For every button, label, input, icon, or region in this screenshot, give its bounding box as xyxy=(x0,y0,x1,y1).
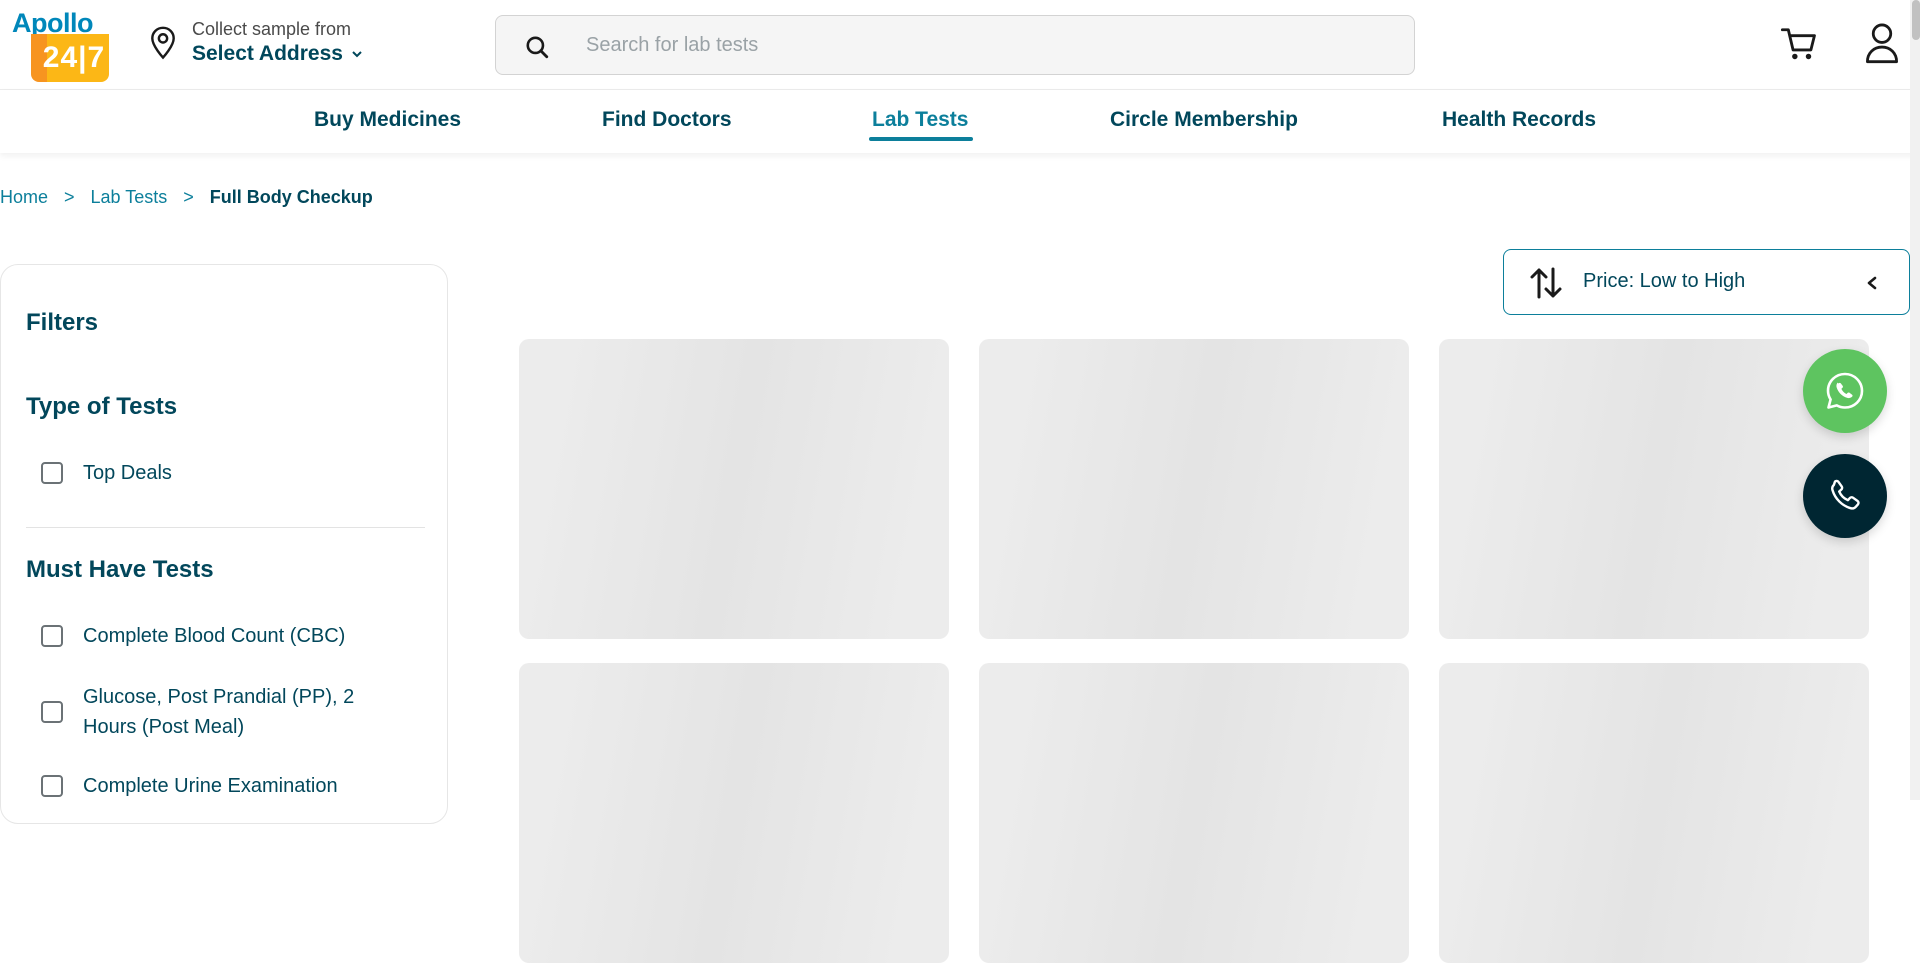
nav-find-doctors[interactable]: Find Doctors xyxy=(602,108,732,132)
filter-option-label: Complete Urine Examination xyxy=(83,775,338,797)
filters-panel: Filters Type of Tests Top Deals Must Hav… xyxy=(0,264,448,824)
location-label: Collect sample from xyxy=(192,19,352,39)
nav-circle-membership[interactable]: Circle Membership xyxy=(1110,108,1298,132)
search-bar xyxy=(495,15,1415,75)
must-have-tests-title: Must Have Tests xyxy=(26,556,214,583)
header: Apollo 24|7 Collect sample from Select A… xyxy=(0,0,1920,90)
sort-arrows-icon xyxy=(1530,267,1562,299)
test-card-placeholder xyxy=(1439,663,1869,963)
search-icon[interactable] xyxy=(524,34,550,60)
user-icon[interactable] xyxy=(1864,22,1900,64)
breadcrumb-separator: > xyxy=(64,187,75,207)
location-pin-icon xyxy=(151,26,175,60)
whatsapp-icon xyxy=(1826,372,1864,409)
checkbox[interactable] xyxy=(41,625,63,647)
location-text: Collect sample from Select Address xyxy=(192,18,363,68)
whatsapp-button[interactable] xyxy=(1803,349,1887,433)
breadcrumb-lab-tests[interactable]: Lab Tests xyxy=(91,187,168,208)
test-card-placeholder xyxy=(519,339,949,639)
filter-option-cbc[interactable]: Complete Blood Count (CBC) xyxy=(41,621,401,651)
nav-health-records[interactable]: Health Records xyxy=(1442,108,1596,132)
apollo-logo[interactable]: Apollo 24|7 xyxy=(11,8,111,82)
phone-icon xyxy=(1831,479,1860,510)
filter-option-label: Glucose, Post Prandial (PP), 2 Hours (Po… xyxy=(83,686,355,738)
scrollbar-thumb[interactable] xyxy=(1912,0,1920,40)
chevron-down-icon xyxy=(352,51,362,58)
test-card-placeholder xyxy=(979,339,1409,639)
filter-option-glucose-pp[interactable]: Glucose, Post Prandial (PP), 2 Hours (Po… xyxy=(41,682,401,742)
main-nav: Buy Medicines Find Doctors Lab Tests Cir… xyxy=(0,90,1920,153)
location-value-row[interactable]: Select Address xyxy=(192,40,363,68)
nav-active-underline xyxy=(869,137,973,141)
breadcrumb-home[interactable]: Home xyxy=(0,187,48,208)
breadcrumb-separator: > xyxy=(183,187,194,207)
filter-option-top-deals[interactable]: Top Deals xyxy=(41,458,401,488)
filters-divider xyxy=(26,527,425,528)
test-card-placeholder xyxy=(979,663,1409,963)
page-scrollbar[interactable] xyxy=(1910,0,1920,800)
logo-number: 24|7 xyxy=(42,41,106,74)
nav-buy-medicines[interactable]: Buy Medicines xyxy=(314,108,461,132)
logo-badge: 24|7 xyxy=(31,34,109,82)
nav-lab-tests[interactable]: Lab Tests xyxy=(872,108,968,132)
cart-icon[interactable] xyxy=(1780,26,1818,62)
filters-title: Filters xyxy=(26,309,99,336)
location-selector[interactable]: Collect sample from Select Address xyxy=(148,18,363,68)
search-input[interactable] xyxy=(586,16,1386,74)
filter-option-label: Complete Blood Count (CBC) xyxy=(83,625,346,647)
breadcrumb-current: Full Body Checkup xyxy=(209,187,373,207)
location-value: Select Address xyxy=(192,42,343,65)
type-of-tests-title: Type of Tests xyxy=(26,393,178,420)
test-card-placeholder xyxy=(519,663,949,963)
sort-dropdown[interactable]: Price: Low to High xyxy=(1503,249,1910,315)
breadcrumb: Home > Lab Tests > Full Body Checkup xyxy=(0,187,373,208)
checkbox[interactable] xyxy=(41,462,63,484)
checkbox[interactable] xyxy=(41,701,63,723)
sort-label: Price: Low to High xyxy=(1583,270,1746,292)
call-button[interactable] xyxy=(1803,454,1887,538)
chevron-left-icon xyxy=(1867,276,1877,290)
filter-option-label: Top Deals xyxy=(83,462,172,484)
filter-option-urine[interactable]: Complete Urine Examination xyxy=(41,771,401,801)
checkbox[interactable] xyxy=(41,775,63,797)
